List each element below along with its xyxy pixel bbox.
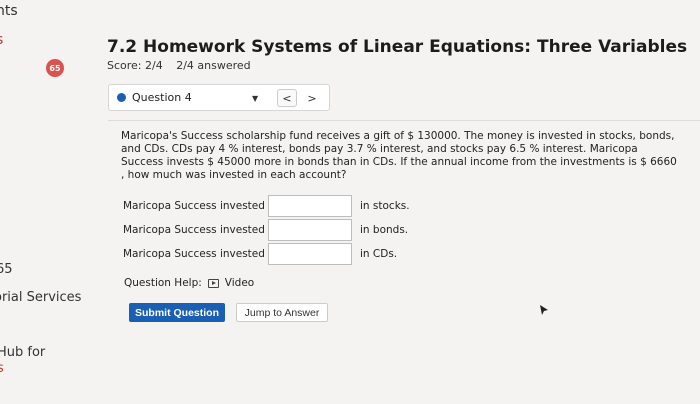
stocks-answer-input[interactable]: [268, 195, 352, 217]
question-nav-bar: Question 4 ▼ < >: [108, 84, 330, 111]
previous-question-button[interactable]: <: [277, 89, 297, 107]
sidebar-fragment[interactable]: s: [0, 32, 3, 48]
answered-text: 2/4 answered: [176, 59, 251, 72]
question-help: Question Help: Video: [124, 277, 254, 289]
answer-label: Maricopa Success invested $: [123, 224, 275, 236]
jump-to-answer-button[interactable]: Jump to Answer: [236, 303, 328, 322]
sidebar-fragment[interactable]: s: [0, 361, 4, 376]
question-select[interactable]: Question 4: [117, 91, 192, 104]
mouse-cursor-icon: [540, 305, 548, 315]
answer-unit: in CDs.: [360, 248, 398, 260]
next-question-button[interactable]: >: [302, 89, 322, 107]
bonds-answer-input[interactable]: [268, 219, 352, 241]
answer-unit: in stocks.: [360, 200, 410, 212]
sidebar-fragment[interactable]: 65: [0, 262, 13, 277]
submit-question-button[interactable]: Submit Question: [129, 303, 225, 322]
question-select-label: Question 4: [132, 91, 192, 104]
video-icon[interactable]: [207, 278, 219, 288]
sidebar-fragment[interactable]: nts: [0, 3, 18, 19]
answer-unit: in bonds.: [360, 224, 409, 236]
question-help-label: Question Help:: [124, 277, 202, 289]
video-link[interactable]: Video: [225, 277, 254, 289]
sidebar-link-hub[interactable]: Hub for: [0, 345, 45, 360]
score-text: Score: 2/4: [107, 59, 163, 72]
status-dot-icon: [117, 93, 126, 102]
divider: [108, 120, 700, 121]
score-badge: 65: [46, 59, 64, 77]
answer-label: Maricopa Success invested $: [123, 248, 275, 260]
problem-statement: Maricopa's Success scholarship fund rece…: [121, 130, 677, 181]
page-title: 7.2 Homework Systems of Linear Equations…: [107, 37, 688, 57]
cds-answer-input[interactable]: [268, 243, 352, 265]
caret-down-icon[interactable]: ▼: [252, 94, 258, 103]
sidebar-link-tutorial-services[interactable]: orial Services: [0, 290, 81, 305]
answer-label: Maricopa Success invested $: [123, 200, 275, 212]
score-line: Score: 2/4 2/4 answered: [107, 59, 261, 72]
